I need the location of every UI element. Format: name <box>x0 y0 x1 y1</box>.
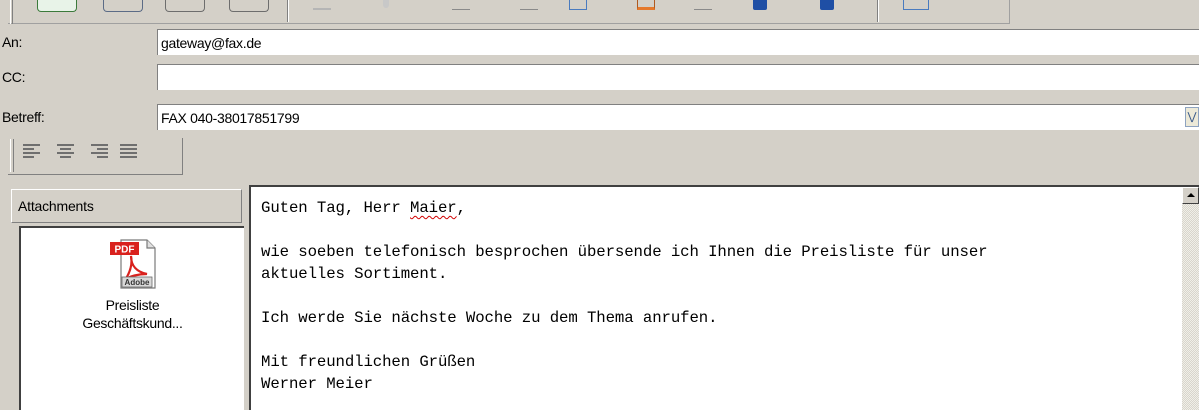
attachments-header[interactable]: Attachments <box>11 189 242 223</box>
toolbar-separator <box>287 0 289 22</box>
cc-label: CC: <box>0 64 157 90</box>
cc-field[interactable] <box>157 64 1199 90</box>
toolbar-button-4[interactable] <box>229 0 269 12</box>
subject-row: Betreff: FAX 040-38017851799 ⋁ <box>0 104 1199 131</box>
toolbar-grip[interactable] <box>10 0 13 24</box>
toolbar <box>0 0 1199 27</box>
paragraph-2: Ich werde Sie nächste Woche zu dem Thema… <box>261 309 718 327</box>
attachment-name: Preisliste Geschäftskund... <box>82 297 183 331</box>
signature-line: Werner Meier <box>261 375 373 393</box>
message-text[interactable]: Guten Tag, Herr Maier, wie soeben telefo… <box>261 197 1176 395</box>
formatting-toolbar <box>0 135 1199 181</box>
to-row: An: gateway@fax.de <box>0 29 1199 56</box>
greeting-suffix: , <box>456 199 466 217</box>
copy-icon[interactable] <box>383 0 389 8</box>
toolbar-panel <box>8 0 1010 24</box>
vertical-scrollbar[interactable] <box>1182 187 1199 410</box>
attachments-panel: PDF Adobe Preisliste Geschäftskund... <box>19 226 244 410</box>
greeting-prefix: Guten Tag, Herr <box>261 199 411 217</box>
options-icon[interactable] <box>903 0 929 10</box>
toolbar-separator <box>877 0 879 22</box>
double-chevron-down-icon: ⋁ <box>1187 110 1197 123</box>
priority-icon[interactable] <box>637 0 655 10</box>
scroll-up-button[interactable] <box>1182 187 1199 204</box>
formatting-grip[interactable] <box>10 139 14 172</box>
send-button[interactable] <box>37 0 77 12</box>
misspelled-word[interactable]: Maier <box>410 199 457 217</box>
cut-icon[interactable] <box>313 0 331 10</box>
toolbar-button-3[interactable] <box>165 0 205 12</box>
align-left-icon[interactable] <box>23 143 41 161</box>
align-center-icon[interactable] <box>57 143 75 161</box>
align-right-icon[interactable] <box>91 143 109 161</box>
svg-text:Adobe: Adobe <box>124 278 149 287</box>
check-names-icon[interactable] <box>820 0 834 10</box>
paragraph-1: wie soeben telefonisch besprochen überse… <box>261 243 988 283</box>
paste-icon[interactable] <box>452 0 470 10</box>
pdf-file-icon: PDF Adobe <box>109 239 156 289</box>
flag-icon[interactable] <box>694 0 712 10</box>
to-label: An: <box>0 29 157 55</box>
undo-icon[interactable] <box>520 0 538 10</box>
attachment-item[interactable]: PDF Adobe Preisliste Geschäftskund... <box>21 234 244 332</box>
expand-header-button[interactable]: ⋁ <box>1185 107 1199 127</box>
svg-text:PDF: PDF <box>114 245 134 256</box>
address-book-icon[interactable] <box>753 0 767 10</box>
subject-field[interactable]: FAX 040-38017851799 <box>157 104 1199 130</box>
cc-row: CC: <box>0 64 1199 91</box>
subject-label: Betreff: <box>0 104 157 130</box>
to-field[interactable]: gateway@fax.de <box>157 29 1199 55</box>
closing-line: Mit freundlichen Grüßen <box>261 353 476 371</box>
attach-icon[interactable] <box>569 0 587 10</box>
message-body[interactable]: Guten Tag, Herr Maier, wie soeben telefo… <box>249 185 1199 410</box>
align-justify-icon[interactable] <box>120 143 138 161</box>
toolbar-button-2[interactable] <box>103 0 143 12</box>
